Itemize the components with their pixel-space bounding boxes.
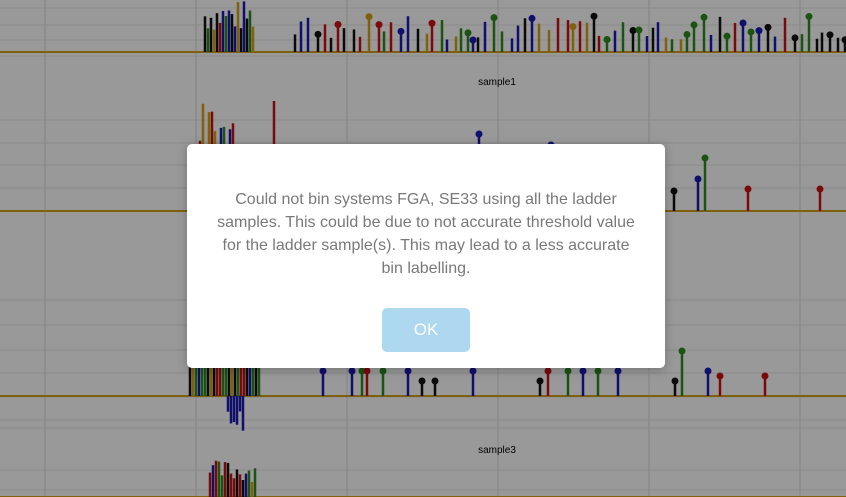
alert-dialog: Could not bin systems FGA, SE33 using al…: [187, 144, 665, 368]
alert-message: Could not bin systems FGA, SE33 using al…: [217, 191, 635, 277]
ok-button[interactable]: OK: [382, 308, 470, 352]
